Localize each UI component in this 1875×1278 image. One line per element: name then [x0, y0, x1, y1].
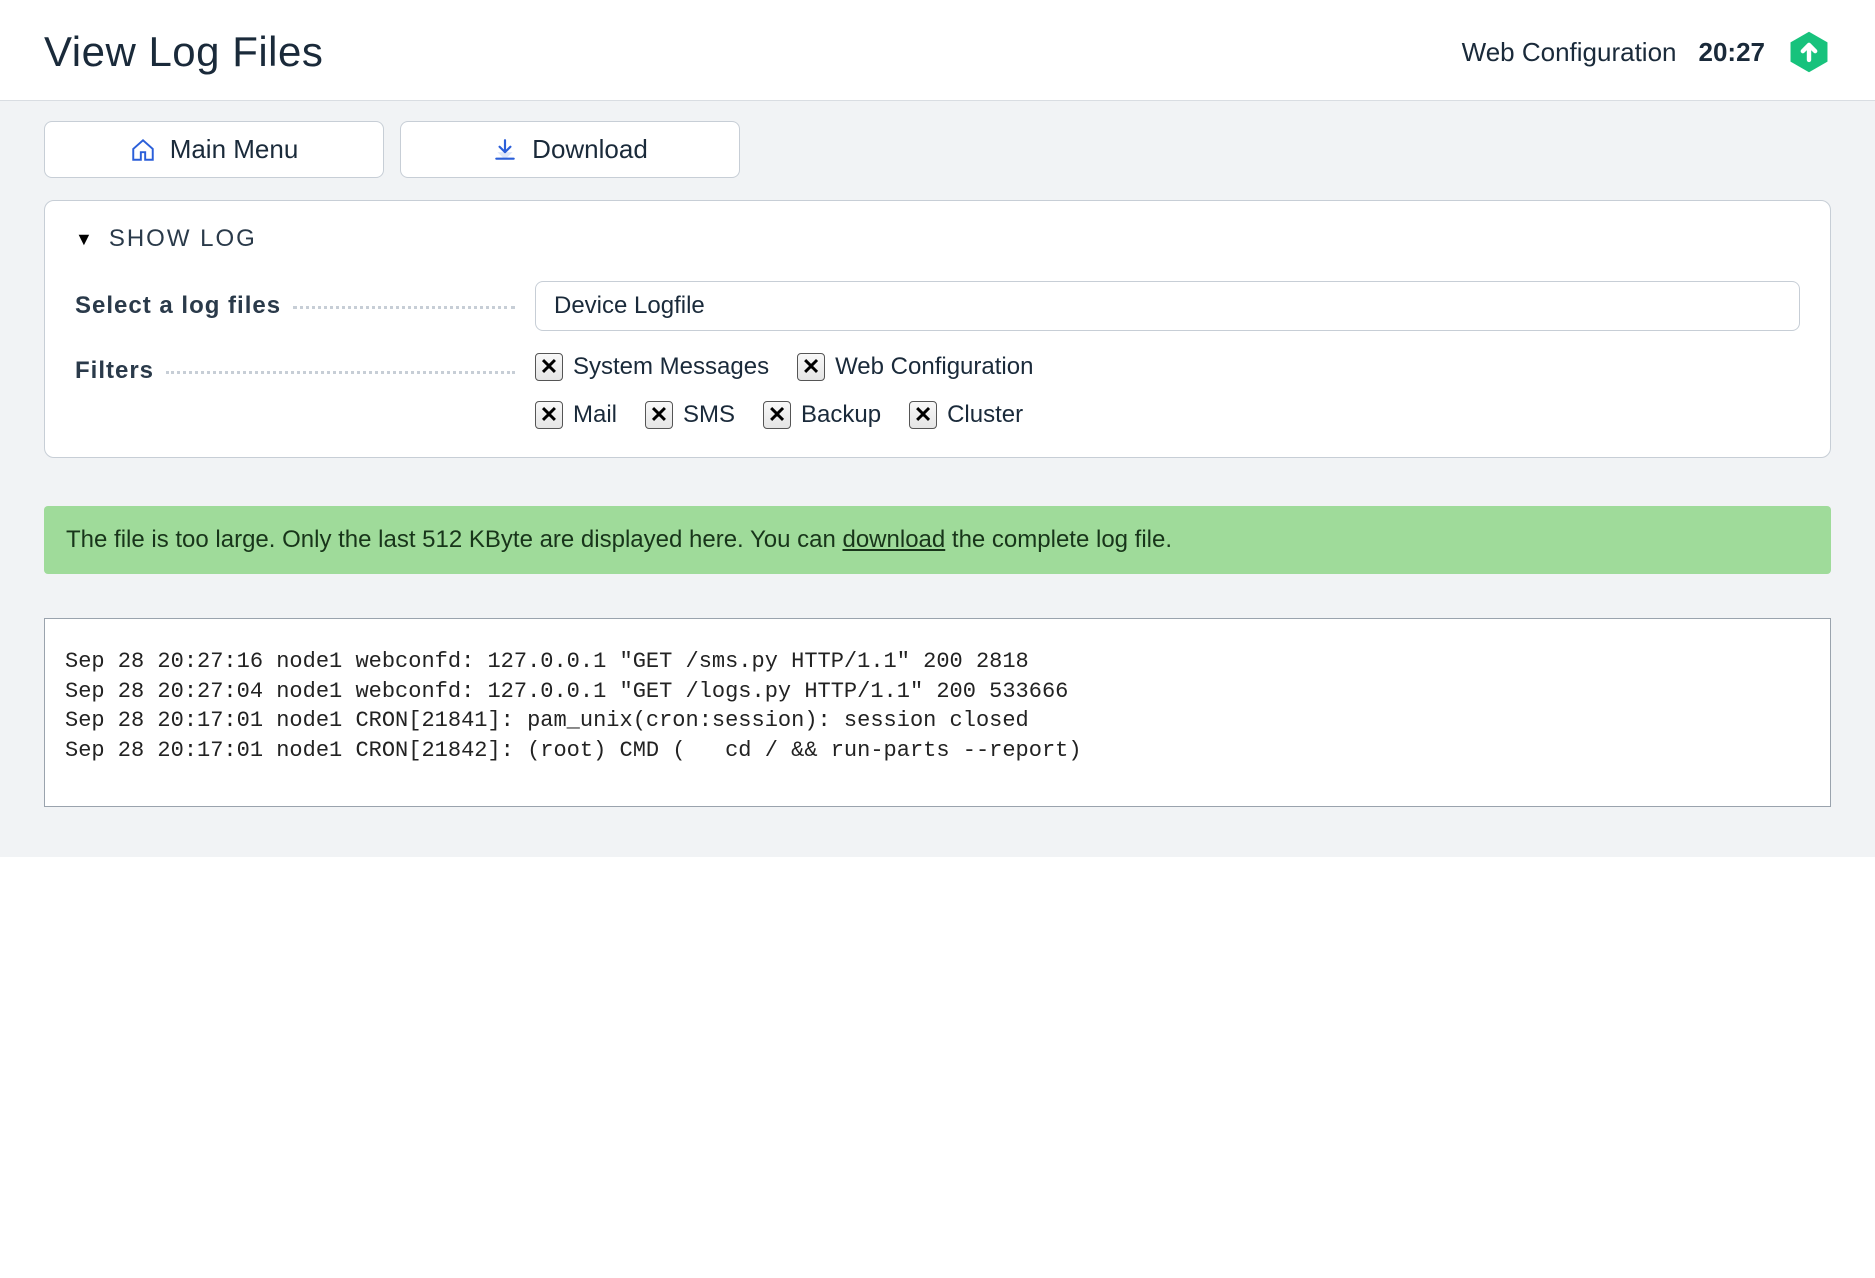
- filter-label: Cluster: [947, 401, 1023, 429]
- filters-label: Filters: [75, 357, 535, 385]
- header-context: Web Configuration: [1462, 37, 1677, 68]
- filters-area: ✕ System Messages ✕ Web Configuration ✕ …: [535, 353, 1800, 429]
- filter-mail[interactable]: ✕ Mail: [535, 401, 617, 429]
- dotted-leader: [166, 371, 515, 374]
- select-log-row: Select a log files Device Logfile: [75, 281, 1800, 331]
- logfile-select-value: Device Logfile: [554, 292, 705, 319]
- download-label: Download: [532, 134, 648, 165]
- content-area: Main Menu Download ▼ SHOW LOG Select a l…: [0, 101, 1875, 857]
- show-log-panel: ▼ SHOW LOG Select a log files Device Log…: [44, 200, 1831, 458]
- select-log-label: Select a log files: [75, 292, 535, 320]
- home-icon: [130, 137, 156, 163]
- notice-text-pre: The file is too large. Only the last 512…: [66, 526, 842, 553]
- log-output[interactable]: Sep 28 20:27:16 node1 webconfd: 127.0.0.…: [44, 618, 1831, 807]
- checkbox-icon: ✕: [763, 401, 791, 429]
- status-up-icon: [1787, 30, 1831, 74]
- triangle-down-icon: ▼: [75, 229, 95, 250]
- filters-row: Filters ✕ System Messages ✕ Web Configur…: [75, 353, 1800, 429]
- checkbox-icon: ✕: [797, 353, 825, 381]
- filter-label: Backup: [801, 401, 881, 429]
- notice-download-link[interactable]: download: [842, 526, 945, 553]
- filter-backup[interactable]: ✕ Backup: [763, 401, 881, 429]
- filter-sms[interactable]: ✕ SMS: [645, 401, 735, 429]
- main-menu-button[interactable]: Main Menu: [44, 121, 384, 178]
- panel-toggle[interactable]: ▼ SHOW LOG: [75, 225, 1800, 253]
- checkbox-icon: ✕: [535, 353, 563, 381]
- page-header: View Log Files Web Configuration 20:27: [0, 0, 1875, 101]
- filter-label: SMS: [683, 401, 735, 429]
- download-icon: [492, 137, 518, 163]
- filter-label: Mail: [573, 401, 617, 429]
- logfile-select[interactable]: Device Logfile: [535, 281, 1800, 331]
- notice-text-post: the complete log file.: [945, 526, 1172, 553]
- page-title: View Log Files: [44, 28, 323, 76]
- checkbox-icon: ✕: [909, 401, 937, 429]
- filter-web-configuration[interactable]: ✕ Web Configuration: [797, 353, 1033, 381]
- main-menu-label: Main Menu: [170, 134, 299, 165]
- checkbox-icon: ✕: [645, 401, 673, 429]
- dotted-leader: [293, 306, 515, 309]
- panel-heading: SHOW LOG: [109, 225, 257, 253]
- file-too-large-notice: The file is too large. Only the last 512…: [44, 506, 1831, 574]
- filter-label: System Messages: [573, 353, 769, 381]
- filter-cluster[interactable]: ✕ Cluster: [909, 401, 1023, 429]
- filter-system-messages[interactable]: ✕ System Messages: [535, 353, 769, 381]
- download-button[interactable]: Download: [400, 121, 740, 178]
- checkbox-icon: ✕: [535, 401, 563, 429]
- header-right: Web Configuration 20:27: [1462, 30, 1831, 74]
- filter-label: Web Configuration: [835, 353, 1033, 381]
- header-time: 20:27: [1699, 37, 1766, 68]
- toolbar: Main Menu Download: [44, 121, 1831, 178]
